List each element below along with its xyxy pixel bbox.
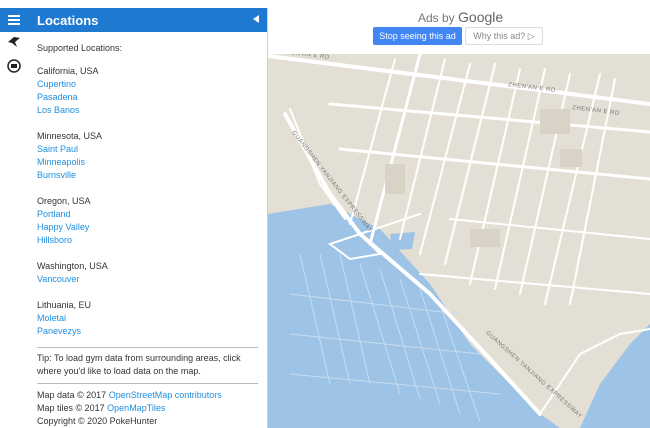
map-data-credit: Map data © 2017 OpenStreetMap contributo… [37, 389, 258, 402]
location-group-california: California, USA Cupertino Pasadena Los B… [37, 65, 258, 117]
city-link-los-banos[interactable]: Los Banos [37, 104, 258, 117]
gym-icon [7, 59, 21, 73]
city-link-portland[interactable]: Portland [37, 208, 258, 221]
ads-by-google: Ads by Google [418, 9, 503, 25]
ads-by-text: Ads by [418, 11, 459, 25]
menu-icon [8, 15, 20, 25]
city-link-saint-paul[interactable]: Saint Paul [37, 143, 258, 156]
city-link-panevezys[interactable]: Panevezys [37, 325, 258, 338]
location-group-minnesota: Minnesota, USA Saint Paul Minneapolis Bu… [37, 130, 258, 182]
region-label: Oregon, USA [37, 196, 91, 206]
rail-tool-button[interactable] [6, 34, 22, 50]
city-link-minneapolis[interactable]: Minneapolis [37, 156, 258, 169]
panel-header: Locations [28, 8, 267, 32]
location-group-lithuania: Lithuania, EU Moletai Panevezys [37, 299, 258, 338]
city-link-happy-valley[interactable]: Happy Valley [37, 221, 258, 234]
menu-button[interactable] [0, 8, 28, 32]
panel-body: Supported Locations: California, USA Cup… [28, 32, 267, 428]
ad-bar: Ads by Google Stop seeing this ad Why th… [268, 0, 650, 54]
google-logo: Google [458, 9, 504, 25]
copyright-text: Copyright © 2020 PokeHunter [37, 416, 158, 426]
city-link-pasadena[interactable]: Pasadena [37, 91, 258, 104]
map-credits: Map data © 2017 OpenStreetMap contributo… [37, 384, 258, 428]
panel-title: Locations [37, 12, 99, 28]
rail-gym-button[interactable] [6, 58, 22, 74]
stop-seeing-ad-button[interactable]: Stop seeing this ad [373, 27, 462, 45]
why-this-ad-button[interactable]: Why this ad? ▷ [465, 27, 543, 45]
location-group-oregon: Oregon, USA Portland Happy Valley Hillsb… [37, 195, 258, 247]
supported-locations-heading: Supported Locations: [37, 43, 123, 53]
location-group-washington: Washington, USA Vancouver [37, 260, 258, 286]
city-link-vancouver[interactable]: Vancouver [37, 273, 258, 286]
collapse-panel-button[interactable] [253, 14, 259, 26]
city-link-hillsboro[interactable]: Hillsboro [37, 234, 258, 247]
collapse-arrow-icon [253, 14, 259, 23]
app: ZHEN'AN E RD ZHEN'AN E RD ZHEN'AN E RD G… [0, 0, 650, 428]
map-tiles-credit: Map tiles © 2017 OpenMapTiles [37, 402, 258, 415]
region-label: Lithuania, EU [37, 300, 92, 310]
city-link-burnsville[interactable]: Burnsville [37, 169, 258, 182]
openstreetmap-link[interactable]: OpenStreetMap contributors [109, 390, 222, 400]
region-label: Washington, USA [37, 261, 108, 271]
region-label: California, USA [37, 66, 99, 76]
openmaptiles-link[interactable]: OpenMapTiles [107, 403, 165, 413]
icon-rail [0, 0, 28, 428]
tip-text: Tip: To load gym data from surrounding a… [37, 347, 258, 384]
region-label: Minnesota, USA [37, 131, 103, 141]
city-link-cupertino[interactable]: Cupertino [37, 78, 258, 91]
map-data-prefix: Map data © 2017 [37, 390, 109, 400]
city-link-moletai[interactable]: Moletai [37, 312, 258, 325]
pokeball-tool-icon [8, 37, 20, 47]
locations-panel: Locations Supported Locations: Californi… [28, 8, 268, 428]
map-tiles-prefix: Map tiles © 2017 [37, 403, 108, 413]
